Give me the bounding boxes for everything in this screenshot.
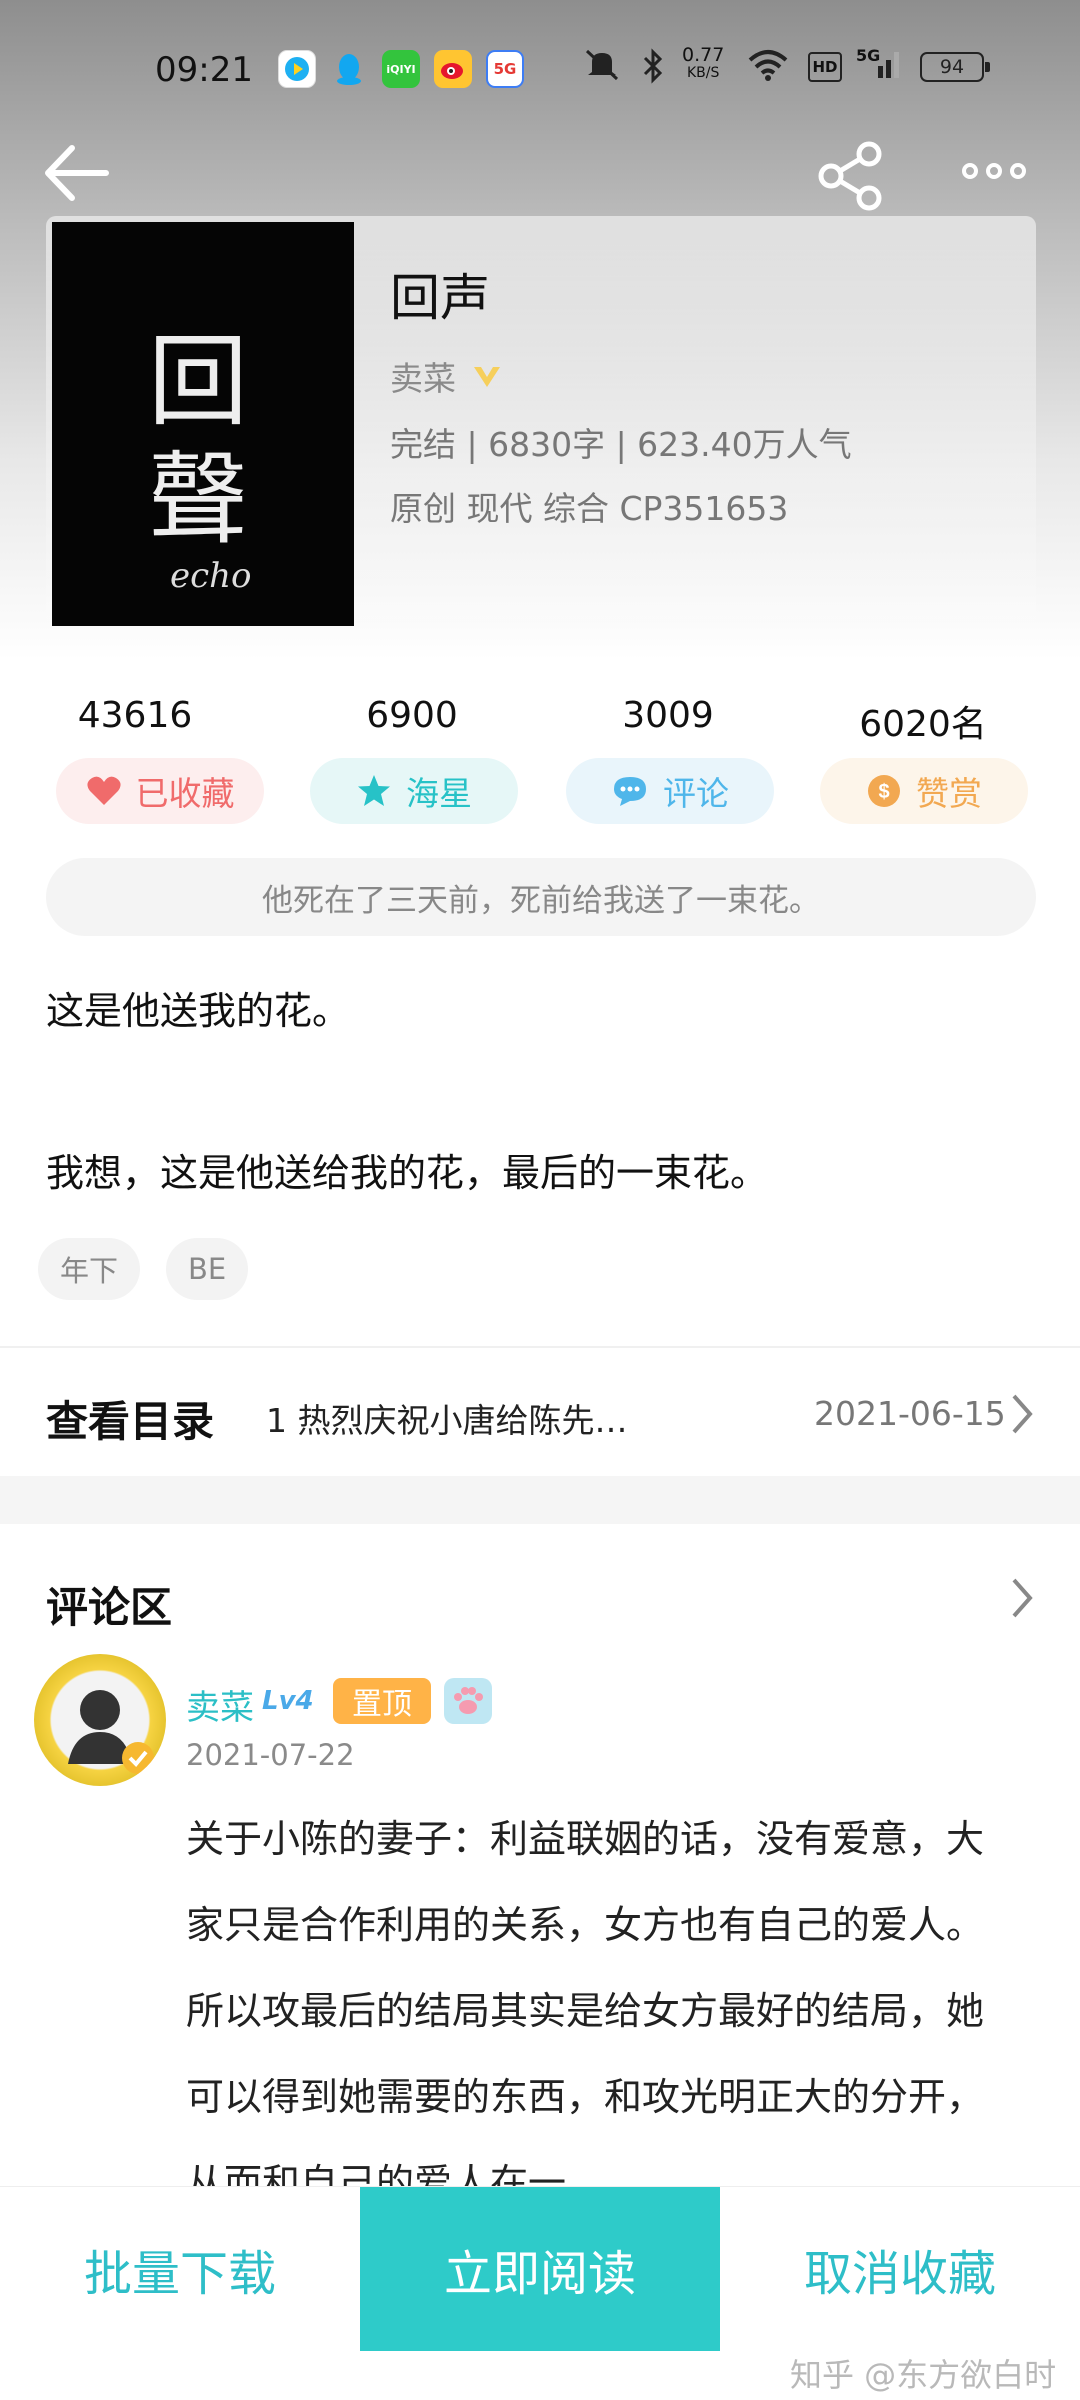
pinned-badge: 置顶 bbox=[333, 1678, 431, 1724]
status-time: 09:21 bbox=[155, 50, 253, 90]
catalog-title: 查看目录 bbox=[46, 1397, 215, 1446]
battery-indicator: 94 bbox=[920, 52, 990, 82]
watermark: 知乎 @东方欲白时 bbox=[790, 2356, 1057, 2394]
collect-button[interactable]: 已收藏 bbox=[56, 758, 264, 824]
cover-char-2: 聲 bbox=[148, 441, 248, 558]
net-speed-value: 0.77 bbox=[682, 44, 725, 66]
stat-starfish-count: 6900 bbox=[366, 695, 458, 736]
cover-script: echo bbox=[170, 556, 252, 596]
more-icon bbox=[962, 163, 1026, 179]
latest-chapter-date: 2021-06-15 bbox=[814, 1394, 1006, 1433]
reward-button[interactable]: $ 赞赏 bbox=[820, 758, 1028, 824]
book-cover[interactable]: 回 聲 echo bbox=[52, 222, 354, 626]
book-category-line: 原创 现代 综合 CP351653 bbox=[390, 489, 789, 528]
divider bbox=[0, 1346, 1080, 1348]
uncollect-button[interactable]: 取消收藏 bbox=[720, 2187, 1080, 2351]
tag-chip[interactable]: BE bbox=[166, 1238, 249, 1300]
comment-icon bbox=[614, 777, 646, 806]
net-speed-unit: KB/S bbox=[686, 65, 720, 81]
hd-badge: HD bbox=[808, 52, 842, 82]
intro-line-1: 这是他送我的花。 bbox=[46, 989, 351, 1033]
heart-icon bbox=[86, 776, 121, 805]
starfish-button[interactable]: 海星 bbox=[310, 758, 518, 824]
video-app-icon bbox=[278, 50, 316, 88]
wifi-icon bbox=[746, 48, 790, 88]
weibo-icon bbox=[434, 50, 472, 88]
net-speed: 0.77 KB/S bbox=[682, 46, 724, 82]
iqiyi-icon: iQIYI bbox=[382, 50, 420, 88]
paw-badge-icon bbox=[444, 1678, 492, 1724]
verified-v-icon bbox=[474, 367, 500, 387]
avatar-person-icon bbox=[68, 1690, 154, 1774]
latest-chapter: 1 热烈庆祝小唐给陈先… bbox=[266, 1401, 628, 1440]
intro-line-2: 我想，这是他送给我的花，最后的一束花。 bbox=[46, 1151, 769, 1195]
author-row[interactable]: 卖菜 bbox=[390, 352, 504, 400]
more-button[interactable] bbox=[958, 156, 1038, 196]
starfish-label: 海星 bbox=[406, 774, 472, 813]
user-level-badge: Lv4 bbox=[262, 1686, 314, 1716]
tag-chip[interactable]: 年下 bbox=[38, 1238, 141, 1300]
read-now-button[interactable]: 立即阅读 bbox=[360, 2187, 720, 2351]
book-summary: 他死在了三天前，死前给我送了一束花。 bbox=[46, 858, 1036, 936]
chevron-right-icon bbox=[1012, 1578, 1033, 1618]
back-arrow-icon bbox=[45, 145, 109, 201]
stat-reward-count: 6020名 bbox=[859, 704, 987, 745]
book-title: 回声 bbox=[390, 269, 490, 327]
comment-section-title: 评论区 bbox=[46, 1583, 173, 1632]
mute-icon bbox=[582, 48, 622, 88]
comment-label: 评论 bbox=[663, 774, 729, 813]
share-button[interactable] bbox=[815, 140, 895, 212]
star-icon bbox=[358, 775, 390, 806]
comment-date: 2021-07-22 bbox=[186, 1738, 355, 1772]
comment-section-header[interactable]: 评论区 bbox=[0, 1560, 1080, 1640]
collect-label: 已收藏 bbox=[135, 774, 235, 813]
avatar[interactable] bbox=[34, 1654, 166, 1786]
coin-icon: $ bbox=[868, 775, 900, 807]
comment-username[interactable]: 卖菜 bbox=[186, 1680, 254, 1729]
comment-text: 关于小陈的妻子：利益联姻的话，没有爱意，大家只是合作利用的关系，女方也有自己的爱… bbox=[186, 1817, 985, 2205]
batch-download-button[interactable]: 批量下载 bbox=[0, 2187, 360, 2351]
book-status-line: 完结 | 6830字 | 623.40万人气 bbox=[390, 425, 852, 464]
author-name[interactable]: 卖菜 bbox=[390, 352, 456, 400]
chevron-right-icon bbox=[1012, 1394, 1033, 1434]
stat-collect-count: 43616 bbox=[77, 695, 193, 736]
5g-app-icon: 5G bbox=[486, 50, 524, 88]
svg-text:$: $ bbox=[878, 781, 889, 803]
bluetooth-icon bbox=[640, 48, 666, 90]
share-icon bbox=[818, 141, 882, 211]
status-bar: 09:21 iQIYI 5G 0.77 KB/S HD 5G 94 bbox=[0, 40, 1080, 100]
stat-comment-count: 3009 bbox=[622, 695, 714, 736]
back-button[interactable] bbox=[40, 140, 120, 210]
qq-icon bbox=[330, 50, 368, 88]
catalog-row[interactable]: 查看目录 1 热烈庆祝小唐给陈先… 2021-06-15 bbox=[0, 1350, 1080, 1474]
comment-button[interactable]: 评论 bbox=[566, 758, 774, 824]
reward-label: 赞赏 bbox=[916, 774, 982, 813]
section-gap bbox=[0, 1476, 1080, 1524]
